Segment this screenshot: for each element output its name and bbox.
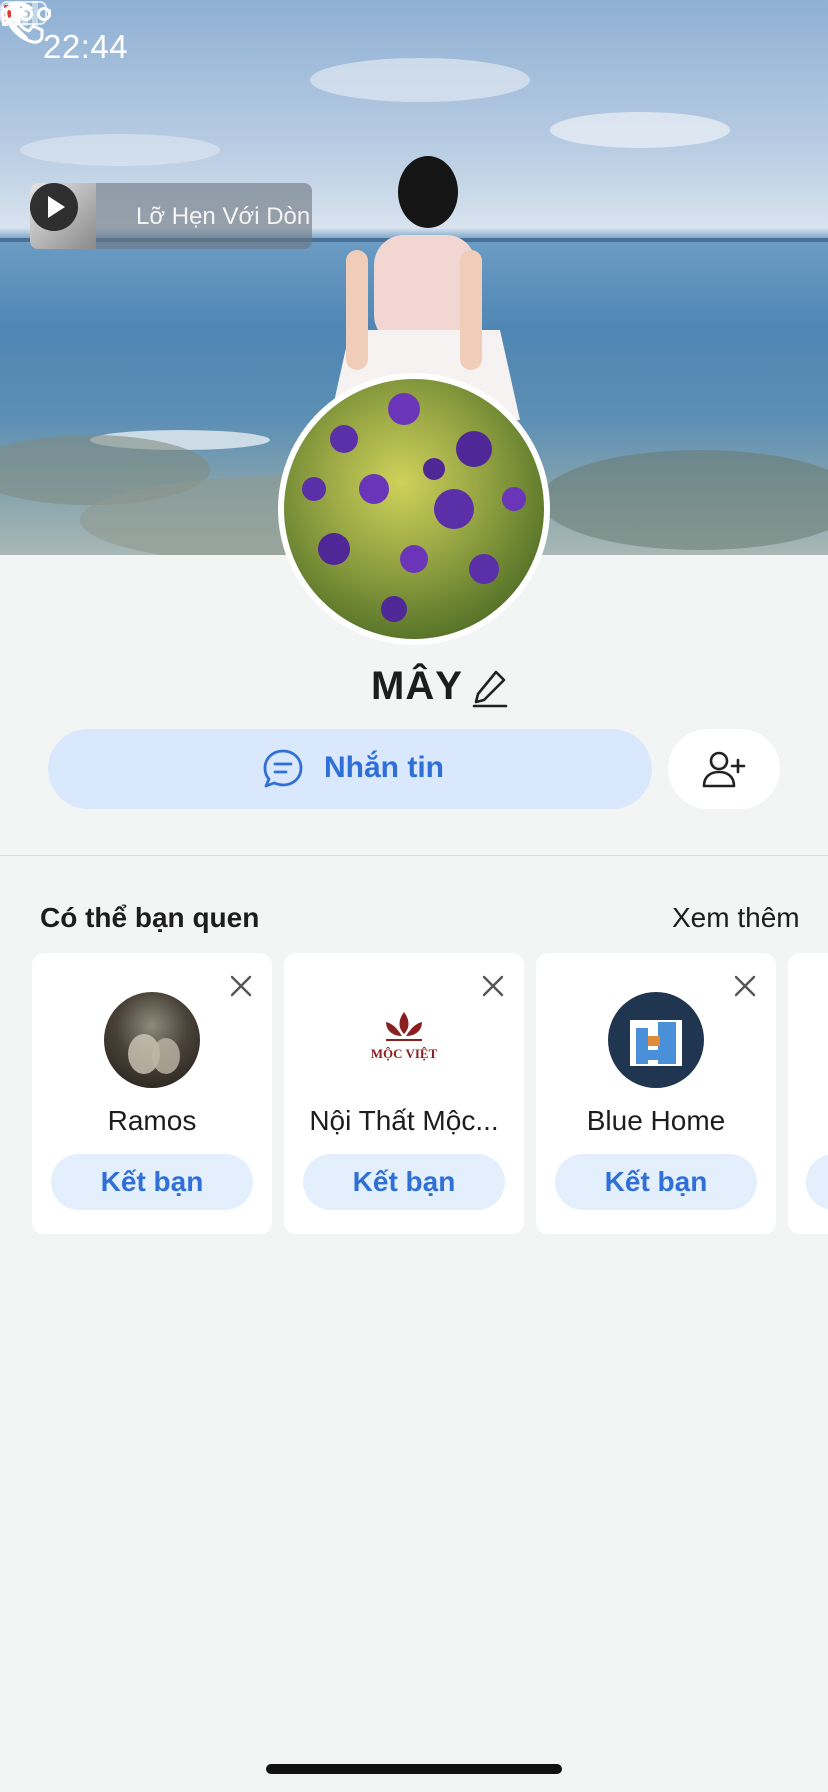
- suggestion-card[interactable]: Blue Home Kết bạn: [536, 953, 776, 1234]
- suggestion-avatar[interactable]: [608, 992, 704, 1088]
- play-icon[interactable]: [30, 183, 78, 231]
- profile-music-player[interactable]: Lỡ Hẹn Với Dòn: [30, 183, 312, 249]
- section-divider: [0, 855, 828, 856]
- avatar-image: [128, 1034, 180, 1074]
- status-bar: 22:44: [0, 0, 828, 100]
- dismiss-suggestion-button[interactable]: [480, 973, 506, 999]
- more-options-button[interactable]: [0, 0, 52, 28]
- suggestions-title: Có thể bạn quen: [40, 902, 260, 933]
- suggestion-name: Ramos: [107, 1105, 197, 1136]
- message-button[interactable]: Nhắn tin: [48, 729, 652, 809]
- profile-name-row: MÂY: [0, 664, 828, 714]
- suggestion-name: Nội Thất Mộc...: [309, 1105, 499, 1136]
- suggestion-card-partial[interactable]: [788, 953, 828, 1234]
- profile-name: MÂY: [371, 664, 463, 708]
- dismiss-suggestion-button[interactable]: [732, 973, 758, 999]
- profile-avatar[interactable]: [278, 373, 550, 645]
- add-friend-suggestion-button[interactable]: Kết bạn: [303, 1154, 505, 1210]
- blue-home-logo: [630, 1020, 682, 1066]
- add-friend-suggestion-button[interactable]: Kết bạn: [51, 1154, 253, 1210]
- dismiss-suggestion-button[interactable]: [228, 973, 254, 999]
- see-more-link[interactable]: Xem thêm: [672, 902, 800, 934]
- edit-name-icon[interactable]: [472, 668, 508, 708]
- logo-text: MỘC VIỆT: [371, 1046, 438, 1061]
- add-friend-button[interactable]: [668, 729, 780, 809]
- music-title: Lỡ Hẹn Với Dòn: [136, 203, 311, 230]
- add-user-icon: [702, 751, 746, 788]
- add-friend-suggestion-button[interactable]: Kết bạn: [555, 1154, 757, 1210]
- suggestion-avatar[interactable]: [104, 992, 200, 1088]
- add-friend-suggestion-button[interactable]: [806, 1154, 828, 1210]
- chat-bubble-icon: [263, 749, 303, 788]
- status-time: 22:44: [43, 28, 129, 65]
- home-indicator: [266, 1764, 562, 1774]
- suggestion-card[interactable]: Ramos Kết bạn: [32, 953, 272, 1234]
- suggestion-card[interactable]: MỘC VIỆT Nội Thất Mộc... Kết bạn: [284, 953, 524, 1234]
- suggestion-name: Blue Home: [586, 1105, 726, 1136]
- moc-viet-logo: MỘC VIỆT: [371, 1012, 438, 1061]
- avatar-image: [302, 393, 526, 622]
- suggestion-avatar[interactable]: MỘC VIỆT: [356, 992, 452, 1088]
- message-button-label: Nhắn tin: [324, 751, 444, 784]
